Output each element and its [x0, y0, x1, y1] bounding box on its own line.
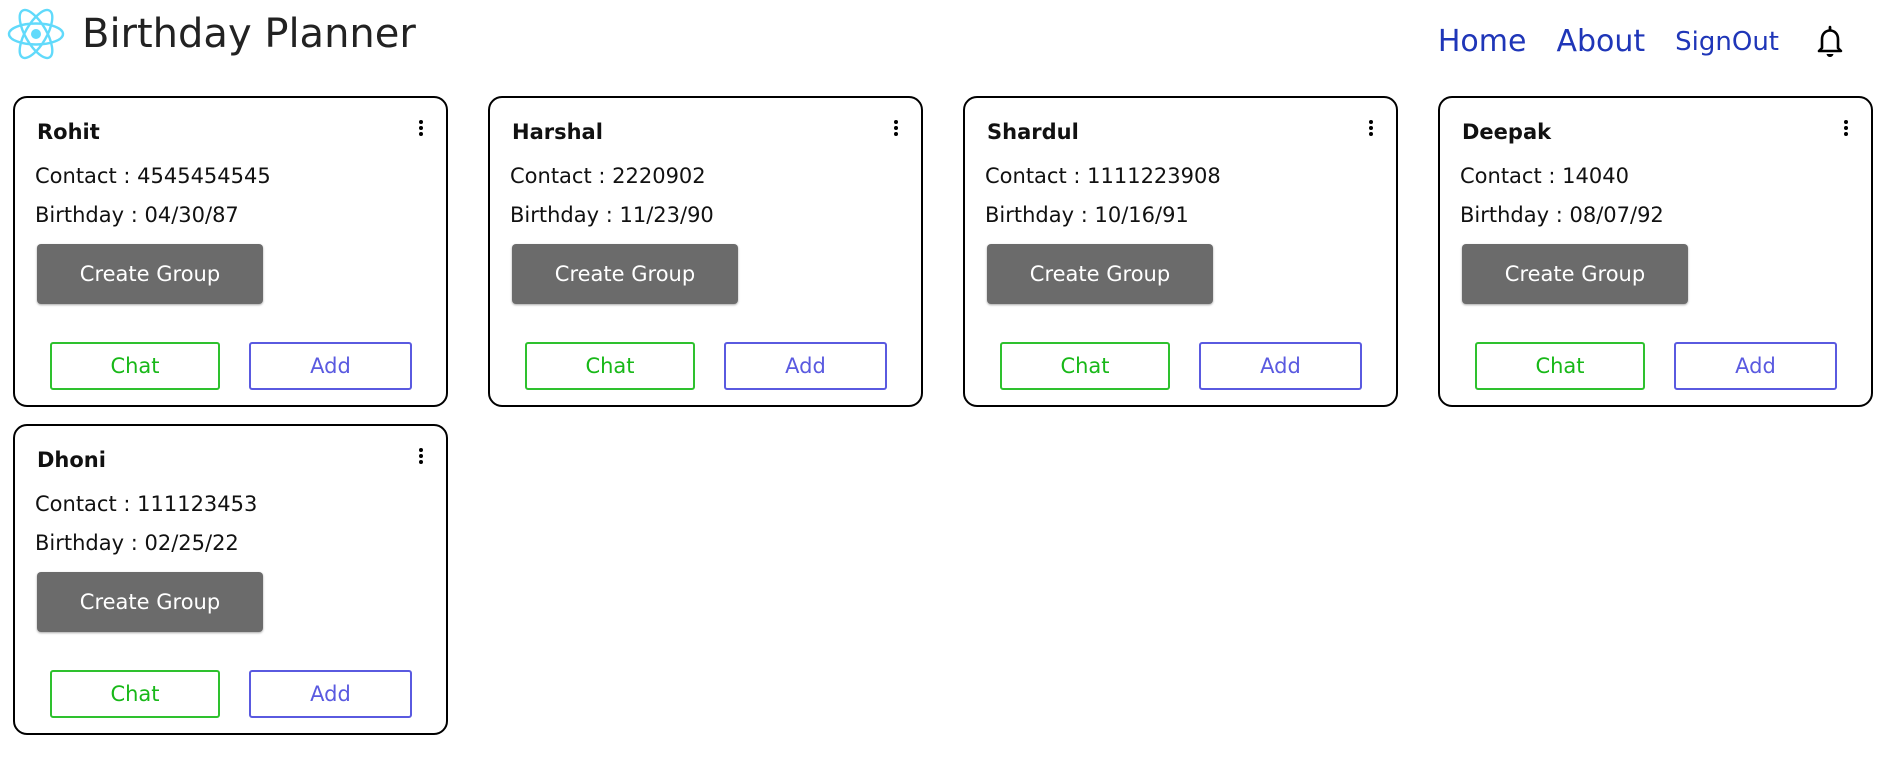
- card-name: Shardul: [987, 120, 1079, 144]
- nav-signout-link[interactable]: SignOut: [1675, 22, 1779, 62]
- chat-button[interactable]: Chat: [525, 342, 695, 390]
- create-group-button[interactable]: Create Group: [1462, 244, 1688, 304]
- nav-about-link[interactable]: About: [1556, 22, 1645, 62]
- card-name: Deepak: [1462, 120, 1552, 144]
- card-birthday: Birthday : 08/07/92: [1460, 203, 1664, 227]
- chat-button[interactable]: Chat: [1475, 342, 1645, 390]
- more-vert-icon[interactable]: [891, 120, 901, 142]
- chat-button[interactable]: Chat: [50, 670, 220, 718]
- contact-card: Rohit Contact : 4545454545 Birthday : 04…: [13, 96, 448, 407]
- nav-links: Home About SignOut: [1438, 22, 1881, 62]
- card-name: Rohit: [37, 120, 100, 144]
- add-button[interactable]: Add: [249, 670, 412, 718]
- contact-card: Shardul Contact : 1111223908 Birthday : …: [963, 96, 1398, 407]
- add-button[interactable]: Add: [724, 342, 887, 390]
- brand[interactable]: Birthday Planner: [6, 4, 416, 64]
- card-birthday: Birthday : 11/23/90: [510, 203, 714, 227]
- card-contact: Contact : 4545454545: [35, 164, 271, 188]
- more-vert-icon[interactable]: [1841, 120, 1851, 142]
- card-contact: Contact : 111123453: [35, 492, 258, 516]
- contact-card: Deepak Contact : 14040 Birthday : 08/07/…: [1438, 96, 1873, 407]
- card-name: Harshal: [512, 120, 603, 144]
- nav-home-link[interactable]: Home: [1438, 22, 1527, 62]
- chat-button[interactable]: Chat: [1000, 342, 1170, 390]
- card-birthday: Birthday : 02/25/22: [35, 531, 239, 555]
- add-button[interactable]: Add: [249, 342, 412, 390]
- contact-card: Dhoni Contact : 111123453 Birthday : 02/…: [13, 424, 448, 735]
- more-vert-icon[interactable]: [1366, 120, 1376, 142]
- card-contact: Contact : 14040: [1460, 164, 1629, 188]
- add-button[interactable]: Add: [1199, 342, 1362, 390]
- react-atom-icon: [7, 8, 65, 60]
- create-group-button[interactable]: Create Group: [37, 244, 263, 304]
- bell-icon[interactable]: [1815, 25, 1845, 59]
- add-button[interactable]: Add: [1674, 342, 1837, 390]
- more-vert-icon[interactable]: [416, 448, 426, 470]
- create-group-button[interactable]: Create Group: [512, 244, 738, 304]
- card-name: Dhoni: [37, 448, 106, 472]
- more-vert-icon[interactable]: [416, 120, 426, 142]
- card-contact: Contact : 2220902: [510, 164, 706, 188]
- app-title: Birthday Planner: [82, 11, 416, 57]
- contact-card: Harshal Contact : 2220902 Birthday : 11/…: [488, 96, 923, 407]
- chat-button[interactable]: Chat: [50, 342, 220, 390]
- card-birthday: Birthday : 10/16/91: [985, 203, 1189, 227]
- navbar: Birthday Planner Home About SignOut: [0, 0, 1881, 80]
- create-group-button[interactable]: Create Group: [987, 244, 1213, 304]
- card-contact: Contact : 1111223908: [985, 164, 1221, 188]
- create-group-button[interactable]: Create Group: [37, 572, 263, 632]
- card-birthday: Birthday : 04/30/87: [35, 203, 239, 227]
